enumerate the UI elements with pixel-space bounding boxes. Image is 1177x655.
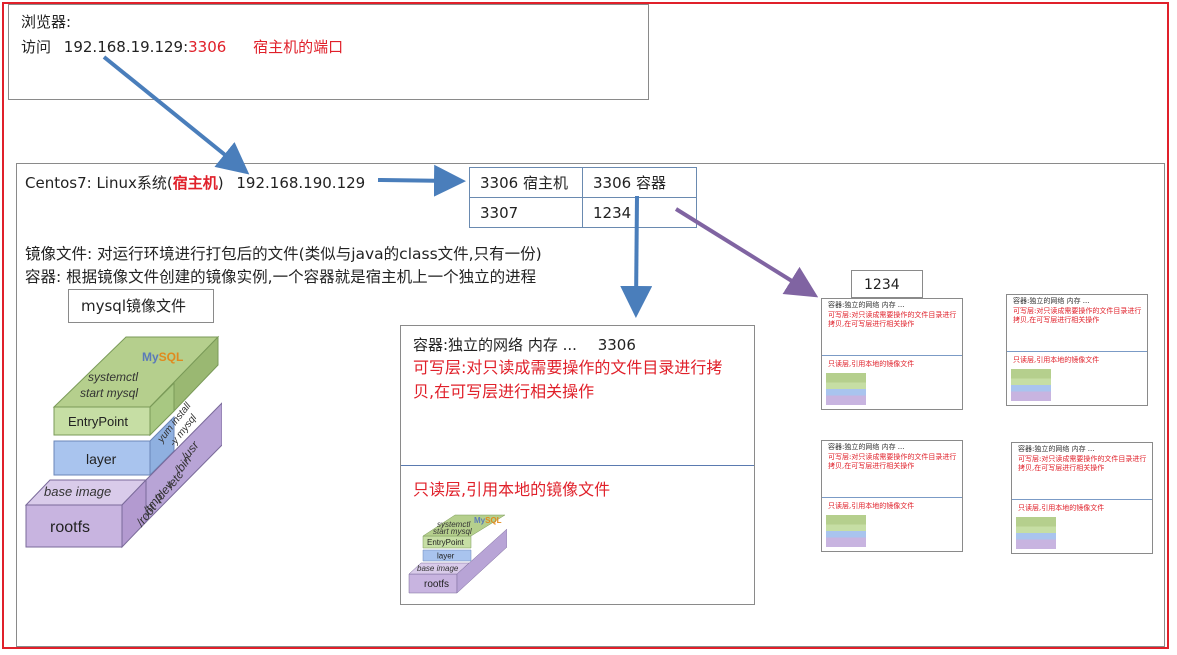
mini-image-stack-icon (1016, 517, 1056, 549)
mini-container: 容器:独立的网络 内存 ... 可写层:对只读成需要操作的文件目录进行拷贝,在可… (821, 298, 963, 410)
port-mapping-table: 3306 宿主机 3306 容器 3307 1234 (469, 167, 697, 228)
mini-image-stack-icon (826, 373, 866, 405)
small-base-image-label: base image (417, 564, 459, 573)
browser-address-line: 访问 192.168.19.129:3306 宿主机的端口 (21, 36, 343, 57)
small-start-mysql-label: start mysql (433, 527, 472, 536)
entrypoint-label: EntryPoint (68, 414, 128, 429)
mini-container: 容器:独立的网络 内存 ... 可写层:对只读成需要操作的文件目录进行拷贝,在可… (1011, 442, 1153, 554)
mini-divider (822, 497, 962, 498)
container-title-text: 容器:独立的网络 内存 ... (413, 336, 577, 354)
small-layer-label: layer (437, 552, 455, 561)
table-row: 3306 宿主机 3306 容器 (469, 167, 697, 198)
mini-readonly-text: 只读层,引用本地的镜像文件 (828, 360, 915, 368)
mini-readonly-text: 只读层,引用本地的镜像文件 (828, 502, 915, 510)
start-mysql-label: start mysql (80, 386, 138, 400)
host-ip: 192.168.190.129 (236, 174, 366, 192)
table-cell: 1234 (582, 197, 697, 228)
base-image-label: base image (44, 484, 111, 499)
mini-container: 容器:独立的网络 内存 ... 可写层:对只读成需要操作的文件目录进行拷贝,在可… (1006, 294, 1148, 406)
mini-readonly-text: 只读层,引用本地的镜像文件 (1018, 504, 1105, 512)
container-port: 3306 (597, 336, 636, 354)
image-description: 镜像文件: 对运行环境进行打包后的文件(类似与java的class文件,只有一份… (25, 245, 542, 263)
host-label-prefix: Centos7: Linux系统( (25, 174, 173, 192)
host-label-emphasis: 宿主机 (172, 174, 218, 192)
small-image-stack: rootfs base image layer EntryPoint syste… (408, 514, 507, 594)
mini-container-title: 容器:独立的网络 内存 ... (828, 301, 905, 309)
image-stack-diagram: rootfs base image layer EntryPoint MySQL… (24, 335, 222, 549)
mini-divider (1007, 351, 1147, 352)
mini-container: 容器:独立的网络 内存 ... 可写层:对只读成需要操作的文件目录进行拷贝,在可… (821, 440, 963, 552)
small-rootfs-label: rootfs (424, 579, 449, 590)
mini-writable-text: 可写层:对只读成需要操作的文件目录进行拷贝,在可写层进行相关操作 (828, 453, 957, 470)
table-row: 3307 1234 (469, 197, 697, 228)
layer-label: layer (86, 451, 117, 467)
mini-writable-text: 可写层:对只读成需要操作的文件目录进行拷贝,在可写层进行相关操作 (828, 311, 957, 328)
mini-image-stack-icon (826, 515, 866, 547)
host-label: Centos7: Linux系统(宿主机) 192.168.190.129 (25, 172, 365, 193)
table-cell: 3306 容器 (582, 167, 697, 198)
mini-container-title: 容器:独立的网络 内存 ... (1013, 297, 1090, 305)
mini-divider (822, 355, 962, 356)
host-label-suffix: ) (217, 174, 224, 192)
writable-layer-text: 可写层:对只读成需要操作的文件目录进行拷贝,在可写层进行相关操作 (413, 358, 723, 401)
mini-container-title: 容器:独立的网络 内存 ... (828, 443, 905, 451)
second-container-port: 1234 (851, 270, 923, 298)
table-cell: 3306 宿主机 (469, 167, 583, 198)
port-note: 宿主机的端口 (253, 38, 344, 56)
mini-readonly-text: 只读层,引用本地的镜像文件 (1013, 356, 1100, 364)
image-box-label: mysql镜像文件 (68, 289, 214, 323)
rootfs-label: rootfs (50, 519, 90, 536)
address-port: 3306 (188, 38, 227, 56)
systemctl-label: systemctl (88, 370, 138, 384)
small-mysql-logo-text: MySQL (474, 516, 502, 525)
container-title: 容器:独立的网络 内存 ... 3306 (413, 334, 636, 355)
mini-container-title: 容器:独立的网络 内存 ... (1018, 445, 1095, 453)
container-box: 容器:独立的网络 内存 ... 3306 可写层:对只读成需要操作的文件目录进行… (400, 325, 755, 605)
small-entrypoint-label: EntryPoint (427, 538, 465, 547)
mini-divider (1012, 499, 1152, 500)
mysql-logo-text: MySQL (142, 350, 183, 364)
mini-writable-text: 可写层:对只读成需要操作的文件目录进行拷贝,在可写层进行相关操作 (1013, 307, 1142, 324)
container-description: 容器: 根据镜像文件创建的镜像实例,一个容器就是宿主机上一个独立的进程 (25, 268, 537, 286)
browser-title: 浏览器: (21, 13, 72, 31)
access-label: 访问 (21, 38, 52, 56)
layer-divider (401, 465, 754, 466)
table-cell: 3307 (469, 197, 583, 228)
mini-writable-text: 可写层:对只读成需要操作的文件目录进行拷贝,在可写层进行相关操作 (1018, 455, 1147, 472)
readonly-layer-text: 只读层,引用本地的镜像文件 (413, 480, 611, 499)
mini-image-stack-icon (1011, 369, 1051, 401)
address-ip: 192.168.19.129: (63, 38, 189, 56)
